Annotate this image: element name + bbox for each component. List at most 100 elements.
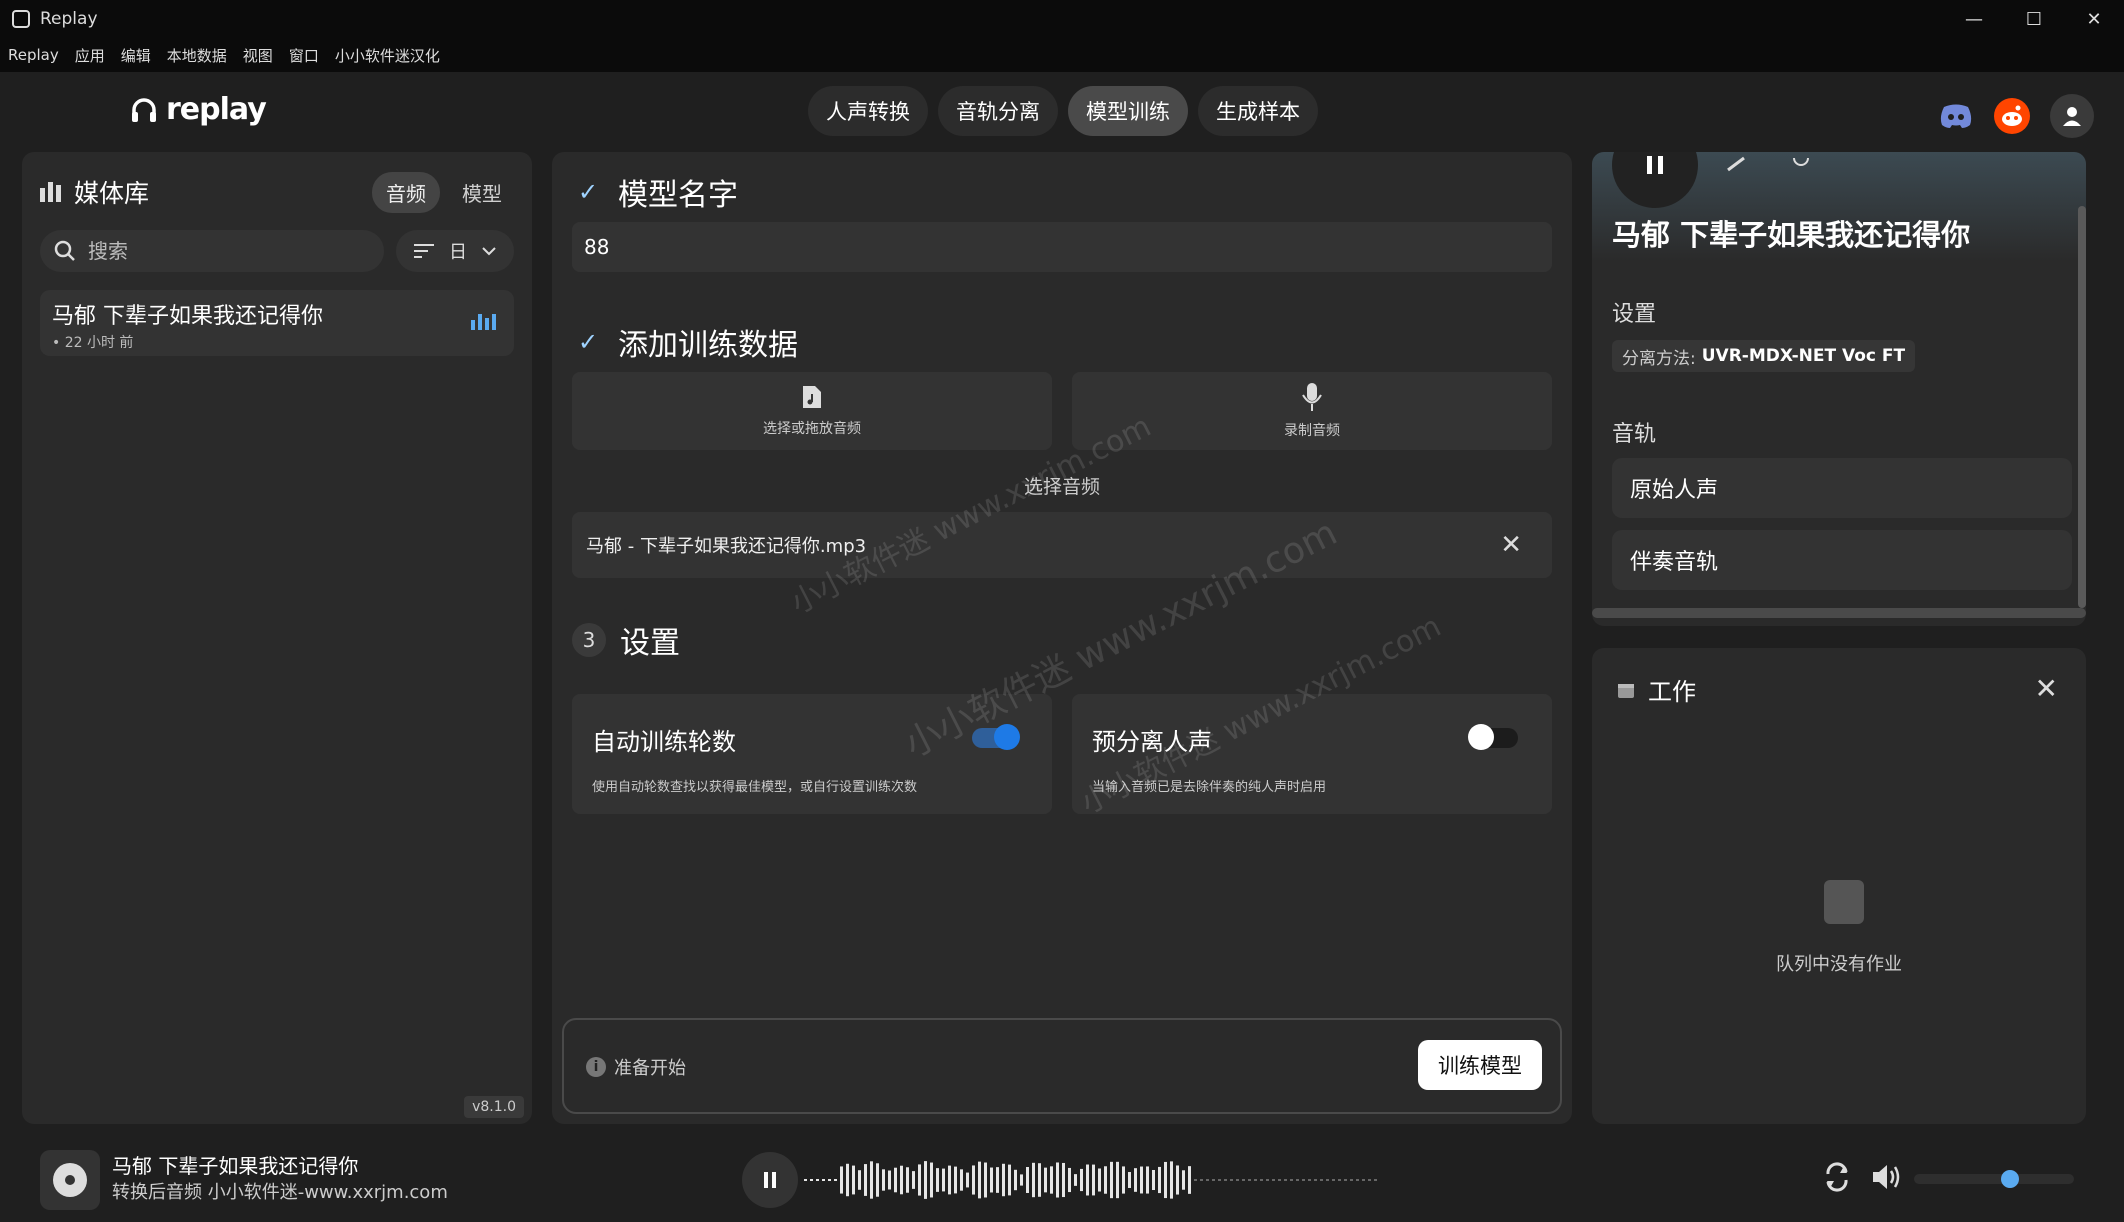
library-filter: 音频 模型 <box>372 171 516 213</box>
model-name-input[interactable]: 88 <box>572 222 1552 272</box>
window-title: Replay <box>40 9 98 29</box>
info-icon: i <box>586 1057 606 1077</box>
player-subtitle: 转换后音频 小小软件迷-www.xxrjm.com <box>112 1182 448 1203</box>
auto-epochs-toggle[interactable] <box>972 724 1020 750</box>
remove-file-icon[interactable]: ✕ <box>1500 530 1522 560</box>
library-icon <box>40 182 62 202</box>
maximize-button[interactable]: ☐ <box>2004 0 2064 38</box>
sort-dropdown[interactable]: 日 <box>396 230 514 272</box>
tab-generate-sample[interactable]: 生成样本 <box>1198 86 1318 136</box>
step-number: 3 <box>572 623 606 657</box>
selected-file: 马郁 - 下辈子如果我还记得你.mp3 ✕ <box>572 512 1552 578</box>
option-description: 当输入音频已是去除伴奏的纯人声时启用 <box>1092 780 1327 795</box>
discord-icon[interactable] <box>1938 98 1974 134</box>
logo-text: replay <box>166 92 267 127</box>
filter-models[interactable]: 模型 <box>448 172 516 213</box>
separation-method-chip: 分离方法: UVR-MDX-NET Voc FT <box>1612 340 1916 372</box>
app-icon <box>12 10 30 28</box>
edit-icon[interactable] <box>1726 156 1748 172</box>
auto-epochs-option: 自动训练轮数 使用自动轮数查找以获得最佳模型，或自行设置训练次数 <box>572 694 1052 814</box>
main-nav: 人声转换 音轨分离 模型训练 生成样本 <box>808 86 1318 136</box>
detail-song-title: 马郁 下辈子如果我还记得你 <box>1612 218 1971 252</box>
logo: replay <box>130 92 267 127</box>
search-input[interactable] <box>88 239 348 263</box>
refresh-icon[interactable] <box>1790 154 1812 170</box>
model-name-section: ✓ 模型名字 <box>572 170 738 214</box>
pause-icon <box>1647 156 1663 174</box>
select-audio-button[interactable]: 选择或拖放音频 <box>572 372 1052 450</box>
tab-track-split[interactable]: 音轨分离 <box>938 86 1058 136</box>
repeat-icon[interactable] <box>1822 1162 1852 1192</box>
menu-edit[interactable]: 编辑 <box>121 45 151 66</box>
close-button[interactable]: ✕ <box>2064 0 2124 38</box>
minimize-button[interactable]: — <box>1944 0 2004 38</box>
filter-audio[interactable]: 音频 <box>372 171 440 213</box>
empty-queue-text: 队列中没有作业 <box>1776 954 1902 975</box>
track-instrumental[interactable]: 伴奏音轨 <box>1612 530 2072 590</box>
menu-replay[interactable]: Replay <box>8 46 59 64</box>
volume-icon[interactable] <box>1870 1162 1902 1192</box>
empty-queue-icon <box>1824 880 1864 924</box>
horizontal-scrollbar[interactable] <box>1592 608 2086 618</box>
menu-app[interactable]: 应用 <box>75 45 105 66</box>
disc-icon <box>40 1150 100 1210</box>
user-avatar-icon[interactable] <box>2050 94 2094 138</box>
menu-bar: Replay 应用 编辑 本地数据 视图 窗口 小小软件迷汉化 <box>0 38 2124 72</box>
microphone-icon <box>1302 383 1322 411</box>
tracks-label: 音轨 <box>1612 422 1657 447</box>
app-header: replay 人声转换 音轨分离 模型训练 生成样本 <box>0 72 2124 152</box>
menu-window[interactable]: 窗口 <box>289 45 319 66</box>
media-time: • 22 小时 前 <box>52 335 134 351</box>
select-audio-label: 选择或拖放音频 <box>763 421 861 437</box>
pre-separate-option: 预分离人声 当输入音频已是去除伴奏的纯人声时启用 <box>1072 694 1552 814</box>
menu-view[interactable]: 视图 <box>243 45 273 66</box>
method-value: UVR-MDX-NET Voc FT <box>1701 346 1906 366</box>
vertical-scrollbar[interactable] <box>2078 206 2086 608</box>
method-label: 分离方法: <box>1622 348 1696 369</box>
jobs-title: 工作 <box>1648 678 1696 706</box>
pause-icon <box>764 1172 776 1188</box>
record-audio-button[interactable]: 录制音频 <box>1072 372 1552 450</box>
status-text: 准备开始 <box>614 1058 686 1079</box>
player-bar: 马郁 下辈子如果我还记得你 转换后音频 小小软件迷-www.xxrjm.com <box>0 1138 2124 1222</box>
headphones-icon <box>132 97 156 122</box>
jobs-panel: 工作 ✕ 队列中没有作业 <box>1592 648 2086 1124</box>
window-controls: — ☐ ✕ <box>1944 0 2124 38</box>
tab-model-training[interactable]: 模型训练 <box>1068 86 1188 136</box>
list-item[interactable]: 马郁 下辈子如果我还记得你 • 22 小时 前 <box>40 290 514 356</box>
status-indicator: i 准备开始 <box>586 1054 686 1080</box>
chevron-down-icon <box>482 247 497 256</box>
reddit-icon[interactable] <box>1994 98 2030 134</box>
version-badge: v8.1.0 <box>464 1096 524 1118</box>
volume-knob[interactable] <box>2001 1170 2019 1188</box>
training-panel: ✓ 模型名字 88 ✓ 添加训练数据 选择或拖放音频 录制音频 选择音频 马郁 … <box>552 152 1572 1124</box>
playing-icon <box>471 314 496 330</box>
option-title: 自动训练轮数 <box>592 728 736 756</box>
file-name: 马郁 - 下辈子如果我还记得你.mp3 <box>586 536 867 557</box>
title-bar: Replay — ☐ ✕ <box>0 0 2124 38</box>
option-description: 使用自动轮数查找以获得最佳模型，或自行设置训练次数 <box>592 780 918 795</box>
track-detail-panel: 马郁 下辈子如果我还记得你 设置 分离方法: UVR-MDX-NET Voc F… <box>1592 152 2086 626</box>
volume-slider[interactable] <box>1914 1170 2074 1188</box>
check-icon: ✓ <box>577 328 599 356</box>
search-icon <box>54 240 75 261</box>
check-icon: ✓ <box>577 178 599 206</box>
menu-localization[interactable]: 小小软件迷汉化 <box>335 45 440 66</box>
jobs-header: 工作 <box>1616 672 1696 707</box>
track-original-vocals[interactable]: 原始人声 <box>1612 458 2072 518</box>
option-title: 预分离人声 <box>1092 728 1212 756</box>
audio-file-icon <box>803 386 821 408</box>
training-action-bar: i 准备开始 训练模型 <box>562 1018 1562 1114</box>
tab-voice-convert[interactable]: 人声转换 <box>808 86 928 136</box>
sort-icon <box>413 244 434 258</box>
record-audio-label: 录制音频 <box>1284 423 1340 439</box>
menu-local-data[interactable]: 本地数据 <box>167 45 227 66</box>
close-icon[interactable]: ✕ <box>2035 672 2058 705</box>
pre-separate-toggle[interactable] <box>1468 724 1518 750</box>
selected-audio-caption: 选择音频 <box>1023 476 1100 498</box>
waveform[interactable] <box>804 1152 1384 1208</box>
train-model-button[interactable]: 训练模型 <box>1418 1040 1542 1090</box>
library-title: 媒体库 <box>74 179 150 208</box>
player-pause-button[interactable] <box>742 1152 798 1208</box>
training-data-section: ✓ 添加训练数据 <box>572 320 798 364</box>
